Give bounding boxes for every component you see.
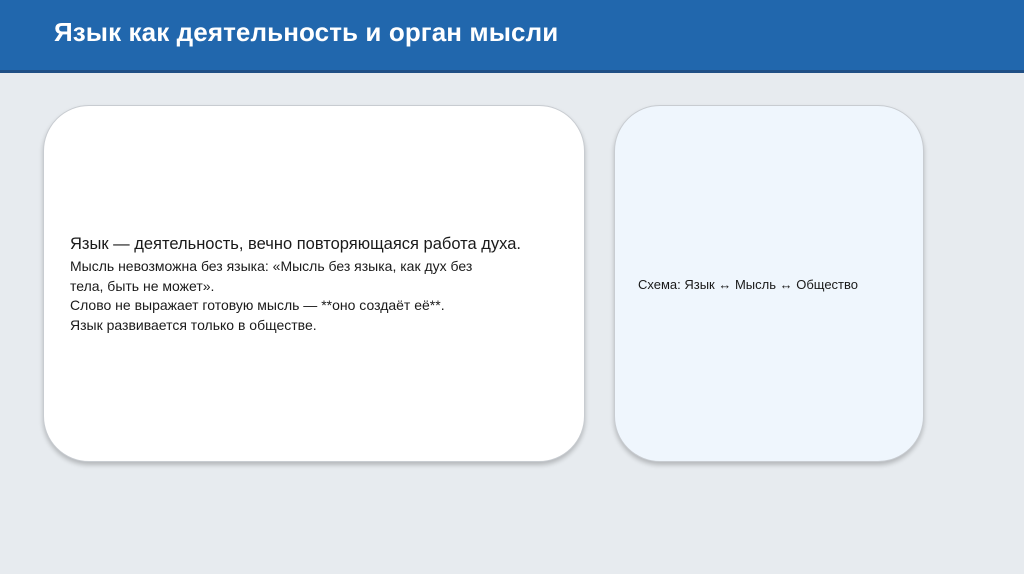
page-title: Язык как деятельность и орган мысли <box>54 17 559 47</box>
title-bar: Язык как деятельность и орган мысли <box>0 0 1024 73</box>
text-card-line: тела, быть не может». <box>70 277 215 294</box>
text-card-line: Язык развивается только в обществе. <box>70 316 317 333</box>
text-card: Язык — деятельность, вечно повторяющаяся… <box>43 105 585 462</box>
text-card-line: Мысль невозможна без языка: «Мысль без я… <box>70 258 473 274</box>
text-card-lead: Язык — деятельность, вечно повторяющаяся… <box>70 235 522 253</box>
scheme-card: Схема: Язык ↔ Мысль ↔ Общество <box>614 105 924 462</box>
scheme-text: Схема: Язык ↔ Мысль ↔ Общество <box>638 277 859 292</box>
text-card-body: Язык — деятельность, вечно повторяющаяся… <box>70 233 570 335</box>
text-card-line: Слово не выражает готовую мысль — **оно … <box>70 297 445 313</box>
